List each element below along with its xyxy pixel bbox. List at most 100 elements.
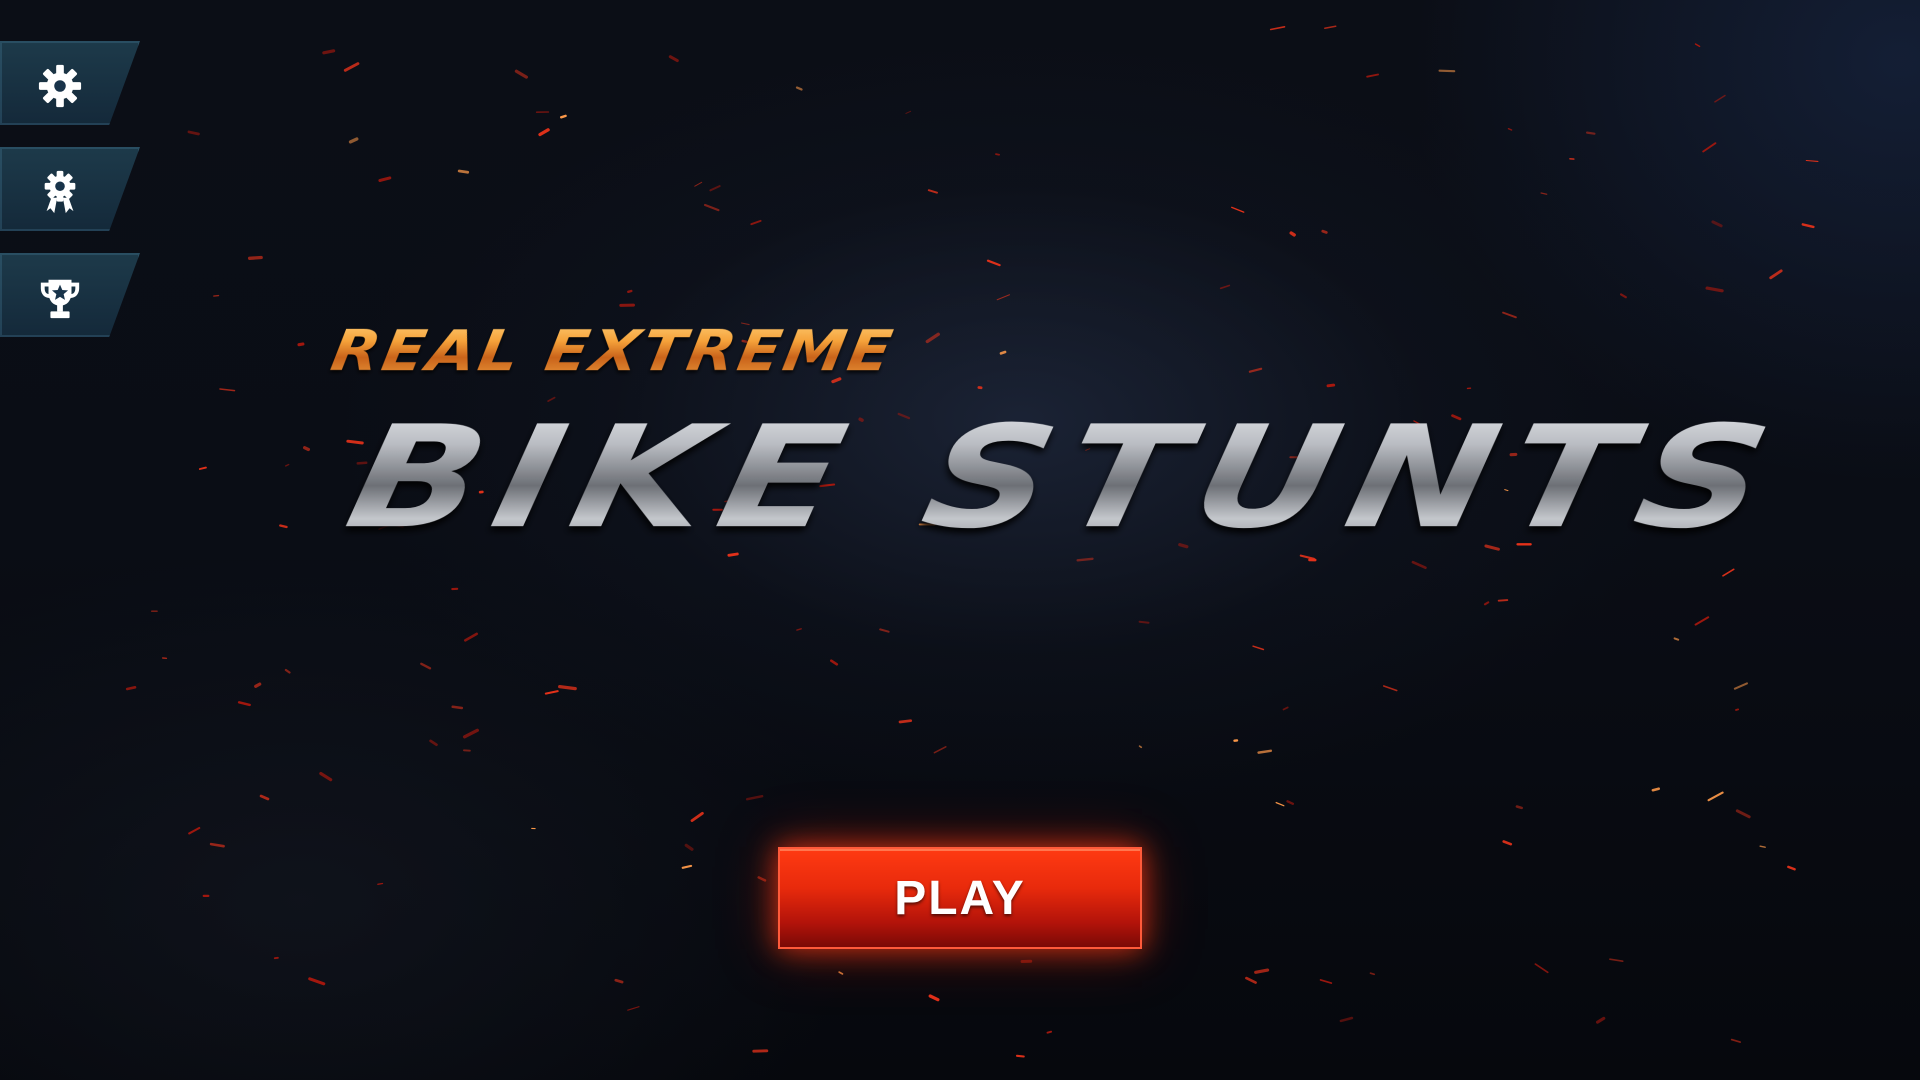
ember-particle xyxy=(1254,968,1270,974)
ember-particle xyxy=(1257,749,1273,754)
ember-particle xyxy=(1275,801,1285,807)
ember-particle xyxy=(668,55,679,63)
ember-particle xyxy=(1735,708,1739,711)
ember-particle xyxy=(1673,637,1680,641)
ember-particle xyxy=(1269,25,1286,31)
ember-particle xyxy=(838,971,844,975)
ember-particle xyxy=(429,739,438,747)
ember-particle xyxy=(1497,599,1509,602)
ember-particle xyxy=(322,49,336,55)
ember-particle xyxy=(627,289,633,293)
ember-particle xyxy=(297,342,305,347)
ember-particle xyxy=(1383,685,1398,692)
ember-particle xyxy=(795,86,803,91)
ember-particle xyxy=(694,181,703,187)
ember-particle xyxy=(1502,311,1517,319)
ember-particle xyxy=(303,446,310,452)
ember-particle xyxy=(213,294,220,297)
ember-particle xyxy=(1534,963,1549,974)
ember-particle xyxy=(1438,69,1456,73)
ember-particle xyxy=(259,794,270,801)
ember-particle xyxy=(1219,284,1231,290)
ember-particle xyxy=(308,977,326,986)
ember-particle xyxy=(1722,568,1735,577)
settings-button[interactable] xyxy=(0,41,140,125)
ember-particle xyxy=(1245,976,1257,984)
ember-particle xyxy=(1609,958,1624,963)
ember-particle xyxy=(829,659,839,666)
ember-particle xyxy=(1138,745,1143,749)
ember-particle xyxy=(750,219,762,226)
ember-particle xyxy=(999,350,1007,355)
ember-particle xyxy=(928,994,940,1002)
achievements-button[interactable] xyxy=(0,147,140,231)
game-title-subtitle: REAL EXTREME xyxy=(326,318,900,384)
ember-particle xyxy=(627,1006,640,1011)
ember-particle xyxy=(681,864,693,869)
leaderboard-button[interactable] xyxy=(0,253,140,337)
ember-particle xyxy=(254,682,262,688)
ember-particle xyxy=(690,811,704,822)
ember-particle xyxy=(462,728,479,739)
ember-particle xyxy=(348,137,359,144)
ember-particle xyxy=(514,69,529,79)
ember-particle xyxy=(879,628,890,633)
ember-particle xyxy=(279,524,288,529)
ember-particle xyxy=(905,110,912,114)
ember-particle xyxy=(451,705,464,710)
ember-particle xyxy=(1326,383,1336,388)
ember-particle xyxy=(1787,865,1796,871)
ember-particle xyxy=(558,684,577,691)
ember-particle xyxy=(420,662,432,670)
ember-particle xyxy=(1711,220,1723,228)
ember-particle xyxy=(1707,791,1724,802)
ember-particle xyxy=(319,771,333,782)
ember-particle xyxy=(757,876,767,882)
ember-particle xyxy=(1502,840,1513,846)
ember-particle xyxy=(1694,43,1701,48)
ember-particle xyxy=(125,685,137,691)
ember-particle xyxy=(1339,1016,1354,1023)
ember-particle xyxy=(343,62,360,72)
ember-particle xyxy=(237,701,251,707)
play-button-label: PLAY xyxy=(894,871,1026,925)
gear-icon xyxy=(38,64,82,108)
ember-particle xyxy=(703,203,720,212)
ember-particle xyxy=(1015,1054,1025,1058)
ember-particle xyxy=(1248,367,1263,373)
award-ribbon-icon xyxy=(44,170,76,214)
ember-particle xyxy=(1046,1030,1053,1034)
ember-particle xyxy=(1324,25,1337,30)
ember-particle xyxy=(1805,159,1819,162)
ember-particle xyxy=(1694,616,1710,626)
game-title-main: BIKE STUNTS xyxy=(334,395,1796,560)
play-button[interactable]: PLAY xyxy=(778,847,1142,949)
ember-particle xyxy=(284,463,290,467)
ember-particle xyxy=(995,153,1000,156)
ember-particle xyxy=(925,332,940,344)
ember-particle xyxy=(209,842,225,848)
ember-particle xyxy=(1289,231,1296,237)
ember-particle xyxy=(463,632,479,642)
ember-particle xyxy=(1702,142,1717,153)
ember-particle xyxy=(986,259,1001,267)
ember-particle xyxy=(1321,229,1328,234)
ember-particle xyxy=(247,255,263,260)
ember-particle xyxy=(1714,94,1726,103)
ember-particle xyxy=(1319,979,1333,984)
ember-particle xyxy=(1231,206,1245,213)
ember-particle xyxy=(1138,620,1150,624)
ember-particle xyxy=(1801,223,1815,229)
ember-particle xyxy=(684,843,694,851)
trophy-icon xyxy=(40,279,80,319)
ember-particle xyxy=(219,388,236,392)
ember-particle xyxy=(284,668,291,674)
ember-particle xyxy=(1411,560,1427,570)
ember-particle xyxy=(1286,800,1295,805)
ember-particle xyxy=(560,114,567,119)
ember-particle xyxy=(457,169,470,174)
ember-particle xyxy=(1730,1038,1741,1043)
main-menu-screen: REAL EXTREME BIKE STUNTS PLAY xyxy=(0,0,1920,1080)
ember-particle xyxy=(377,882,384,885)
ember-particle xyxy=(796,628,802,631)
